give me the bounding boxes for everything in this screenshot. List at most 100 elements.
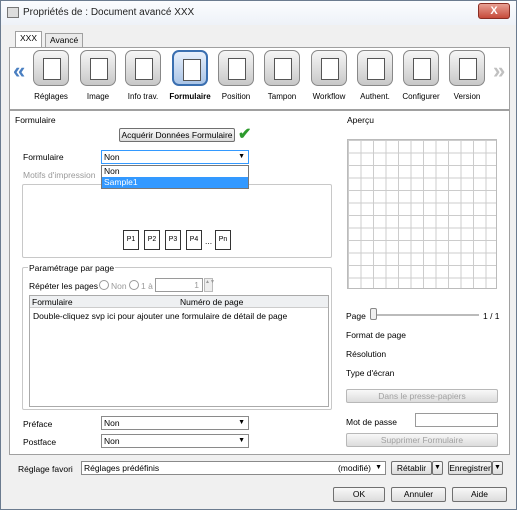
toolbar-item-job-info[interactable]: Info trav. <box>120 50 166 108</box>
chevron-down-icon: ▼ <box>375 464 382 471</box>
checkmark-icon: ✔ <box>238 126 252 143</box>
form-select[interactable]: Non ▼ <box>101 150 249 164</box>
ok-button[interactable]: OK <box>333 487 385 502</box>
toolbar-item-label: Authent. <box>360 92 390 101</box>
toolbar-item-position[interactable]: Position <box>213 50 259 108</box>
page-p1: P1 <box>123 230 139 250</box>
range-input[interactable]: 1 <box>155 278 203 292</box>
toolbar-item-settings[interactable]: Réglages <box>28 50 74 108</box>
cancel-button[interactable]: Annuler <box>391 487 446 502</box>
preface-label: Préface <box>23 419 53 429</box>
title-bar: Propriétés de : Document avancé XXX X <box>1 1 516 25</box>
page-slider-thumb[interactable] <box>370 308 377 320</box>
version-icon <box>449 50 485 86</box>
scroll-right-icon[interactable]: » <box>493 58 505 84</box>
postface-select-value: Non <box>104 436 120 446</box>
function-toolbar: « Réglages Image Info trav. Formulaire P… <box>9 47 510 110</box>
toolbar-item-workflow[interactable]: Workflow <box>306 50 352 108</box>
job-info-icon <box>125 50 161 86</box>
restore-button[interactable]: Rétablir <box>391 461 432 475</box>
copy-to-clipboard-button[interactable]: Dans le presse-papiers <box>346 389 498 403</box>
authentication-icon <box>357 50 393 86</box>
favorite-setting-label: Réglage favori <box>18 464 73 474</box>
toolbar-item-version[interactable]: Version <box>444 50 490 108</box>
chevron-down-icon: ▼ <box>238 419 245 426</box>
page-ellipsis: ... <box>205 236 213 246</box>
scroll-left-icon[interactable]: « <box>13 58 25 84</box>
tab-xxx[interactable]: XXX <box>15 31 43 47</box>
configure-icon <box>403 50 439 86</box>
help-button[interactable]: Aide <box>452 487 507 502</box>
preface-select-value: Non <box>104 418 120 428</box>
postface-select[interactable]: Non ▼ <box>101 434 249 448</box>
page-format-label: Format de page <box>346 330 407 340</box>
toolbar-item-form[interactable]: Formulaire <box>167 50 213 108</box>
dropdown-option-none[interactable]: Non <box>102 166 248 177</box>
dropdown-option-sample1[interactable]: Sample1 <box>102 177 248 188</box>
postface-label: Postface <box>23 437 57 447</box>
save-button[interactable]: Enregistrer <box>448 461 492 475</box>
page-forms-table: Formulaire Numéro de page Double-cliquez… <box>29 295 329 407</box>
toolbar-item-stamp[interactable]: Tampon <box>259 50 305 108</box>
radio-range[interactable] <box>129 280 139 290</box>
radio-no[interactable] <box>99 280 109 290</box>
page-slider-track[interactable] <box>371 314 479 316</box>
toolbar-item-label: Image <box>86 92 110 101</box>
preface-select[interactable]: Non ▼ <box>101 416 249 430</box>
print-patterns-label: Motifs d'impression <box>23 170 96 180</box>
toolbar-item-label: Workflow <box>312 92 346 101</box>
column-form: Formulaire <box>32 297 73 307</box>
toolbar-item-label: Info trav. <box>127 92 159 101</box>
repeat-pages-label: Répéter les pages <box>29 281 98 291</box>
password-input[interactable] <box>415 413 498 427</box>
range-input-value: 1 <box>194 280 199 290</box>
favorite-setting-select[interactable]: Réglages prédéfinis (modifié) ▼ <box>81 461 386 475</box>
page-p3: P3 <box>165 230 181 250</box>
printer-icon <box>7 7 19 18</box>
table-hint-row[interactable]: Double-cliquez svp ici pour ajouter une … <box>30 308 328 324</box>
toolbar-item-label: Formulaire <box>169 92 211 101</box>
settings-icon <box>33 50 69 86</box>
modified-indicator: (modifié) <box>337 463 371 473</box>
delete-form-button[interactable]: Supprimer Formulaire <box>346 433 498 447</box>
page-pn: Pn <box>215 230 231 250</box>
form-label: Formulaire <box>23 152 64 162</box>
image-icon <box>80 50 116 86</box>
save-dropdown-icon[interactable]: ▼ <box>492 461 503 475</box>
toolbar-item-label: Réglages <box>34 92 68 101</box>
page-p4: P4 <box>186 230 202 250</box>
table-header: Formulaire Numéro de page <box>30 296 328 308</box>
stamp-icon <box>264 50 300 86</box>
toolbar-item-label: Position <box>221 92 251 101</box>
properties-dialog: Propriétés de : Document avancé XXX X XX… <box>0 0 517 510</box>
screen-type-label: Type d'écran <box>346 368 395 378</box>
chevron-down-icon: ▼ <box>238 437 245 444</box>
toolbar-item-authentication[interactable]: Authent. <box>352 50 398 108</box>
form-section-title: Formulaire <box>15 115 56 125</box>
password-label: Mot de passe <box>346 417 398 427</box>
toolbar-item-configure[interactable]: Configurer <box>398 50 444 108</box>
form-select-value: Non <box>104 152 120 162</box>
favorite-setting-value: Réglages prédéfinis <box>84 463 160 473</box>
window-title: Propriétés de : Document avancé XXX <box>23 7 195 18</box>
per-page-group-title: Paramétrage par page <box>28 263 116 273</box>
form-dropdown-list: Non Sample1 <box>101 165 249 189</box>
workflow-icon <box>311 50 347 86</box>
toolbar-item-label: Version <box>453 92 481 101</box>
resolution-label: Résolution <box>346 349 387 359</box>
page-count: 1 / 1 <box>483 311 500 321</box>
range-spinner[interactable]: ▲▼ <box>204 278 215 292</box>
restore-dropdown-icon[interactable]: ▼ <box>432 461 443 475</box>
preview-section-title: Aperçu <box>347 115 374 125</box>
radio-no-label: Non <box>111 281 127 291</box>
toolbar-item-label: Configurer <box>402 92 440 101</box>
tab-advanced[interactable]: Avancé <box>45 33 84 47</box>
preview-grid <box>347 139 497 289</box>
close-button[interactable]: X <box>478 3 510 19</box>
radio-range-label: 1 à <box>141 281 153 291</box>
toolbar-item-image[interactable]: Image <box>75 50 121 108</box>
page-p2: P2 <box>144 230 160 250</box>
form-icon <box>172 50 208 86</box>
toolbar-item-label: Tampon <box>267 92 297 101</box>
acquire-form-data-button[interactable]: Acquérir Données Formulaire <box>119 128 235 142</box>
